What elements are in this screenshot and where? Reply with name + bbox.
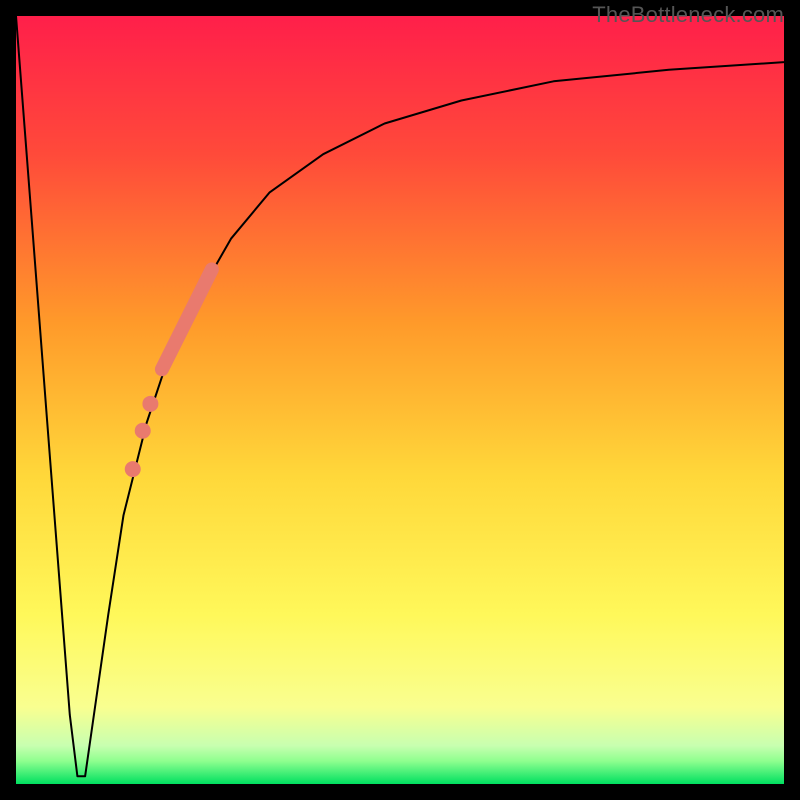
chart-container: TheBottleneck.com	[0, 0, 800, 800]
chart-svg	[16, 16, 784, 784]
gradient-background	[16, 16, 784, 784]
watermark-text: TheBottleneck.com	[592, 2, 784, 28]
plot-area	[16, 16, 784, 784]
